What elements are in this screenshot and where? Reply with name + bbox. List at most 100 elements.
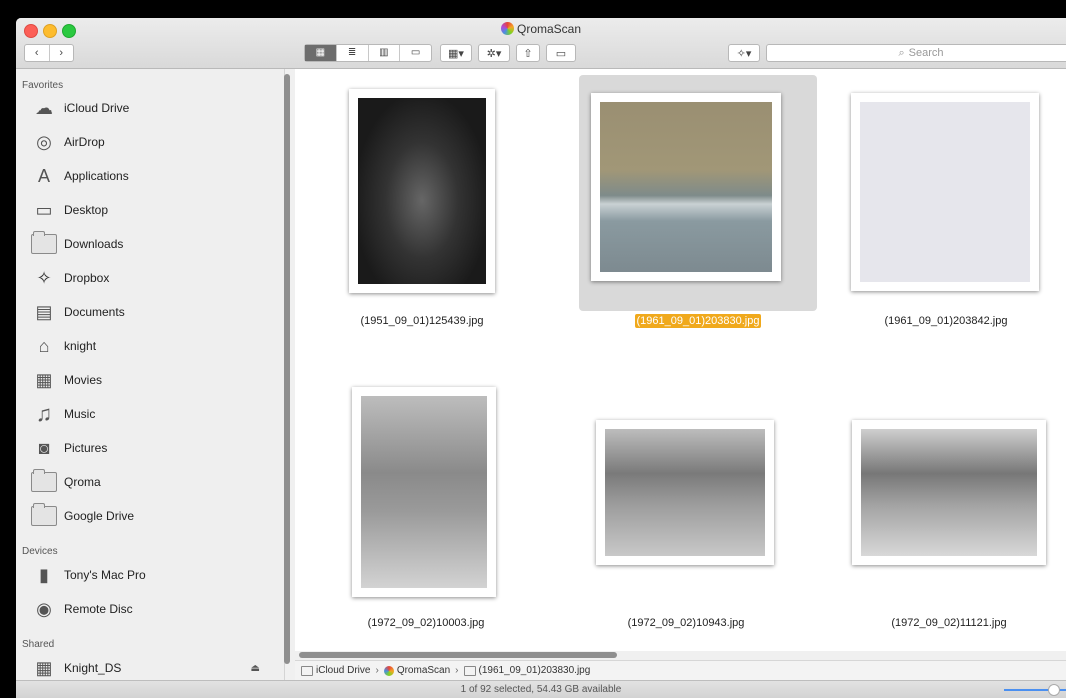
music-icon: ♫ [35, 401, 53, 426]
icon-view-button[interactable]: ▦ [305, 45, 337, 61]
sidebar-item-label: Downloads [64, 237, 124, 251]
arrange-button[interactable]: ▦▾ [440, 44, 472, 62]
tag-button[interactable]: ▭ [546, 44, 576, 62]
file-thumbnail[interactable] [852, 420, 1046, 565]
back-button[interactable]: ‹ [25, 45, 50, 61]
sidebar-item-label: Tony's Mac Pro [64, 568, 146, 582]
file-name[interactable]: (1972_09_02)10003.jpg [326, 617, 526, 629]
movies-icon: ▦ [35, 369, 53, 390]
file-name[interactable]: (1972_09_02)10943.jpg [586, 617, 786, 629]
window-title: QromaScan [16, 22, 1066, 36]
shared-heading: Shared [22, 639, 55, 650]
qromascan-app-icon [500, 22, 514, 35]
file-name-selected[interactable]: (1961_09_01)203830.jpg [598, 314, 798, 328]
documents-icon: ▤ [35, 301, 53, 322]
sidebar-item-dropbox[interactable]: ✧ Dropbox [30, 264, 270, 292]
sidebar-item-label: Remote Disc [64, 602, 133, 616]
path-item-file[interactable]: (1961_09_01)203830.jpg [479, 665, 591, 676]
sidebar-item-documents[interactable]: ▤ Documents [30, 298, 270, 326]
sidebar-item-remote-disc[interactable]: ◉ Remote Disc [30, 595, 270, 623]
dropbox-menu-button[interactable]: ✧▾ [728, 44, 760, 62]
sidebar-item-label: Google Drive [64, 509, 135, 523]
horizontal-scrollbar[interactable] [299, 652, 617, 658]
qroma-folder-icon [30, 469, 58, 495]
applications-icon: A [37, 165, 50, 186]
file-icon-grid: (1951_09_01)125439.jpg (1961_09_01)20383… [295, 69, 1066, 651]
sidebar-scrollbar[interactable] [284, 74, 290, 664]
icon-size-slider-knob[interactable] [1048, 684, 1060, 696]
home-icon: ⌂ [38, 335, 50, 356]
sidebar-item-label: Music [64, 407, 96, 421]
sidebar-item-label: AirDrop [64, 135, 105, 149]
status-bar: 1 of 92 selected, 54.43 GB available [16, 680, 1066, 698]
cover-flow-button[interactable]: ▭ [400, 45, 431, 61]
devices-heading: Devices [22, 546, 58, 557]
sidebar-item-downloads[interactable]: Downloads [30, 230, 270, 258]
airdrop-icon: ◎ [36, 131, 52, 152]
file-name[interactable]: (1972_09_02)11121.jpg [849, 617, 1049, 629]
path-chevron-icon: › [375, 665, 379, 676]
sidebar-item-label: Documents [64, 305, 125, 319]
view-mode-control: ▦ ≣ ▥ ▭ [304, 44, 432, 62]
sidebar-item-applications[interactable]: A Applications [30, 162, 270, 190]
sidebar-item-label: Qroma [64, 475, 101, 489]
sidebar-item-label: Applications [64, 169, 129, 183]
search-field[interactable]: ⌕ Search [766, 44, 1066, 62]
cloud-icon: ☁ [35, 97, 53, 118]
eject-icon[interactable]: ⏏ [251, 663, 260, 674]
file-thumbnail-selected[interactable] [591, 93, 781, 281]
sidebar-item-tonys-mac-pro[interactable]: ▮ Tony's Mac Pro [30, 561, 270, 589]
sidebar-item-label: Knight_DS [64, 661, 122, 675]
sidebar: Favorites ☁ iCloud Drive ◎ AirDrop A Applic… [16, 69, 285, 685]
camera-icon: ◙ [38, 437, 50, 458]
search-placeholder: Search [908, 47, 944, 59]
search-icon: ⌕ [898, 46, 905, 59]
downloads-folder-icon [30, 231, 58, 257]
sidebar-item-label: iCloud Drive [64, 101, 130, 115]
file-thumbnail[interactable] [349, 89, 495, 293]
file-name[interactable]: (1951_09_01)125439.jpg [322, 315, 522, 327]
path-item-qromascan[interactable]: QromaScan [397, 665, 450, 676]
finder-window: QromaScan ‹ › ▦ ≣ ▥ ▭ ▦▾ ✲▾ ⇧ ▭ ✧▾ ⌕ Sea… [16, 18, 1066, 698]
window-title-text: QromaScan [516, 22, 582, 36]
mac-pro-icon: ▮ [39, 564, 49, 585]
sidebar-item-label: Dropbox [64, 271, 110, 285]
disc-icon: ◉ [36, 598, 52, 619]
list-view-button[interactable]: ≣ [337, 45, 369, 61]
path-chevron-icon: › [455, 665, 459, 676]
share-button[interactable]: ⇧ [516, 44, 540, 62]
qromascan-icon [383, 665, 394, 676]
sidebar-item-google-drive[interactable]: Google Drive [30, 502, 270, 530]
dropbox-icon: ✧ [36, 267, 52, 288]
sidebar-item-knight-ds[interactable]: ▦ Knight_DS ⏏ [30, 654, 270, 682]
back-forward-control: ‹ › [24, 44, 74, 62]
forward-button[interactable]: › [50, 45, 74, 61]
sidebar-item-movies[interactable]: ▦ Movies [30, 366, 270, 394]
favorites-heading: Favorites [22, 80, 64, 91]
desktop-icon: ▭ [35, 199, 53, 220]
sidebar-item-pictures[interactable]: ◙ Pictures [30, 434, 270, 462]
google-drive-folder-icon [30, 503, 58, 529]
path-item-icloud-drive[interactable]: iCloud Drive [316, 665, 370, 676]
server-icon: ▦ [35, 657, 53, 678]
file-thumbnail[interactable] [596, 420, 774, 565]
sidebar-item-label: Desktop [64, 203, 109, 217]
file-name[interactable]: (1961_09_01)203842.jpg [846, 315, 1046, 327]
status-text: 1 of 92 selected, 54.43 GB available [460, 684, 622, 695]
path-bar: iCloud Drive › QromaScan › (1961_09_01)2… [295, 660, 1066, 680]
sidebar-item-qroma[interactable]: Qroma [30, 468, 270, 496]
sidebar-item-icloud-drive[interactable]: ☁ iCloud Drive [30, 94, 270, 122]
sidebar-item-airdrop[interactable]: ◎ AirDrop [30, 128, 270, 156]
sidebar-item-knight[interactable]: ⌂ knight [30, 332, 270, 360]
column-view-button[interactable]: ▥ [369, 45, 401, 61]
sidebar-item-label: knight [64, 339, 97, 353]
file-thumbnail[interactable] [851, 93, 1039, 291]
image-file-icon [463, 665, 476, 676]
sidebar-item-desktop[interactable]: ▭ Desktop [30, 196, 270, 224]
sidebar-item-label: Movies [64, 373, 103, 387]
file-thumbnail[interactable] [352, 387, 496, 597]
sidebar-item-label: Pictures [64, 441, 108, 455]
action-gear-button[interactable]: ✲▾ [478, 44, 510, 62]
toolbar: QromaScan ‹ › ▦ ≣ ▥ ▭ ▦▾ ✲▾ ⇧ ▭ ✧▾ ⌕ Sea… [16, 18, 1066, 69]
sidebar-item-music[interactable]: ♫ Music [30, 400, 270, 428]
